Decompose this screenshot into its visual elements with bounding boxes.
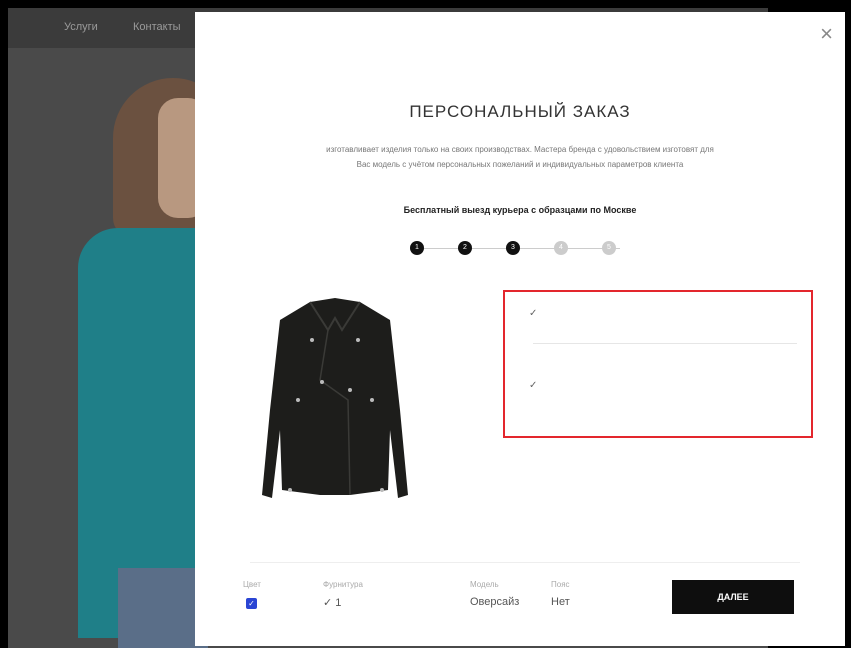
belt-label: Пояс [551, 580, 570, 589]
step-3[interactable]: 3 [506, 241, 520, 255]
summary-divider [250, 562, 800, 563]
model-label: Модель [470, 580, 499, 589]
hardware-label: Фурнитура [323, 580, 363, 589]
model-value: Оверсайз [470, 596, 520, 608]
color-label: Цвет [243, 580, 261, 589]
step-progress: 1 2 3 4 5 [410, 241, 630, 257]
step-5: 5 [602, 241, 616, 255]
option-check-1[interactable]: ✓ [529, 308, 537, 319]
step-4: 4 [554, 241, 568, 255]
personal-order-modal: × ПЕРСОНАЛЬНЫЙ ЗАКАЗ изготавливает издел… [195, 12, 845, 646]
modal-description: изготавливает изделия только на своих пр… [326, 145, 714, 169]
step-2[interactable]: 2 [458, 241, 472, 255]
close-icon[interactable]: × [820, 23, 833, 45]
jacket-image [262, 298, 408, 498]
belt-value: Нет [551, 596, 570, 608]
color-checkbox[interactable]: ✓ [246, 598, 257, 609]
options-panel: ✓ ✓ [503, 290, 813, 438]
nav-item-services[interactable]: Услуги [64, 21, 98, 33]
nav-item-contacts[interactable]: Контакты [133, 21, 181, 33]
step-line [420, 248, 620, 249]
delivery-note: Бесплатный выезд курьера с образцами по … [403, 205, 637, 215]
hardware-value: ✓ 1 [323, 597, 342, 609]
option-check-2[interactable]: ✓ [529, 380, 537, 391]
step-1[interactable]: 1 [410, 241, 424, 255]
modal-title: ПЕРСОНАЛЬНЫЙ ЗАКАЗ [409, 102, 631, 121]
option-divider [533, 343, 797, 344]
next-button[interactable]: ДАЛЕЕ [672, 580, 794, 614]
